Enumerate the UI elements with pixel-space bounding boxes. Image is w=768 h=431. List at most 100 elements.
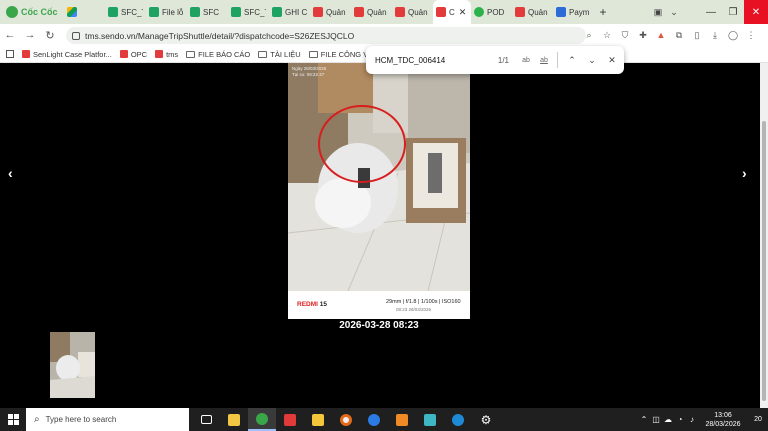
screenshot-icon[interactable]: ▣ [650,7,666,18]
shield-icon[interactable]: ⛉ [616,30,634,41]
photo-watermark-band: REDMI 15 29mm | f/1.8 | 1/100s | ISO160 … [288,291,470,319]
url-text[interactable]: tms.sendo.vn/ManageTripShuttle/detail/?d… [85,31,354,41]
sidebar-icon[interactable]: ▯ [688,30,706,41]
page-scrollbar[interactable] [760,63,768,408]
search-icon: ⌕ [34,414,40,425]
tab-active[interactable]: C ✕ [433,0,471,24]
sheets-icon [108,7,118,17]
profile-icon[interactable]: ◯ [724,30,742,41]
wifi-icon[interactable]: ◔ [674,415,686,424]
tab-label: Quản [408,7,428,17]
extensions-icon[interactable]: ✚ [634,30,652,41]
chevron-up-icon[interactable]: ⌃ [562,55,582,66]
wps-icon[interactable] [276,408,304,431]
bookmark-folder-tai-lieu[interactable]: TÀI LIỆU [258,50,301,59]
bookmark-opc[interactable]: OPC [119,49,148,59]
match-case-toggle[interactable]: ab [517,57,535,64]
tab-sheet-5[interactable]: GHI C [269,0,310,24]
tray-overflow-icon[interactable]: ⌃ [638,415,650,424]
tab-sheet-1[interactable]: SFC_T [105,0,146,24]
taskbar-search[interactable]: ⌕ Type here to search [26,408,189,431]
tab-label: SFC_T [121,7,143,17]
close-window-icon[interactable]: ✕ [744,0,768,24]
whole-word-toggle[interactable]: ab [535,57,553,64]
download-icon[interactable]: ⤓ [706,30,724,41]
tab-pod[interactable]: POD [471,0,512,24]
tab-search-icon[interactable]: ⌄ [666,7,682,18]
coccoc-logo[interactable]: Cốc Cốc [0,0,64,24]
find-icon[interactable]: ⌕ [580,30,598,41]
sticky-notes-icon[interactable] [304,408,332,431]
clock[interactable]: 13:06 28/03/2026 [698,411,748,429]
menu-icon[interactable]: ⋮ [742,30,760,41]
bookmark-senlight[interactable]: SenLight Case Platfor... [22,50,112,59]
tab-sheet-3[interactable]: SFC [187,0,228,24]
tab-payment[interactable]: Paym [553,0,594,24]
thumbnail-illustration [50,332,95,398]
bookmark-folder-bao-cao[interactable]: FILE BÁO CÁO [186,50,250,59]
task-view-icon[interactable] [192,408,220,431]
windows-start-icon[interactable] [8,414,19,425]
tab-label: Paym [569,7,590,17]
clock-time: 13:06 [714,411,732,419]
app-teal-icon[interactable] [416,408,444,431]
minimize-icon[interactable]: — [700,0,722,24]
app-orange-icon[interactable] [388,408,416,431]
restore-icon[interactable]: ❐ [722,0,744,24]
bookmark-tms[interactable]: tms [155,50,178,59]
photo-thumbnail[interactable] [50,332,95,398]
tab-label: Quản [528,7,548,17]
chevron-down-icon[interactable]: ⌄ [582,55,602,66]
onedrive-icon[interactable]: ☁ [662,415,674,424]
tab-sendo-2[interactable]: Quản [351,0,392,24]
new-tab-button[interactable]: + [594,5,612,19]
bookmark-label: OPC [130,49,148,59]
bookmark-label: SenLight Case Platfor... [33,49,112,59]
tab-label: File lỗ [162,7,184,17]
camera-brand: REDMI 15 [297,301,327,308]
tab-label: Quản [326,7,346,17]
extension-red-icon[interactable]: ▲ [652,30,670,40]
tab-sendo-4[interactable]: Quản [512,0,553,24]
settings-icon[interactable]: ⚙ [472,408,500,431]
tab-drive[interactable] [64,0,105,24]
notifications-badge[interactable]: 20 [748,416,768,423]
tab-label: POD [487,7,505,17]
forward-icon[interactable]: → [20,29,40,41]
close-icon[interactable]: ✕ [602,55,622,66]
volume-icon[interactable]: ♪ [686,415,698,424]
browser-window: Cốc Cốc SFC_T File lỗ SFC SFC_T GHI C Qu… [0,0,768,431]
address-bar[interactable]: tms.sendo.vn/ManageTripShuttle/detail/?d… [66,27,586,44]
camera-specs: 29mm | f/1.8 | 1/100s | ISO160 [386,299,461,305]
previous-image-button[interactable]: ‹ [8,165,13,181]
close-tab-icon[interactable]: ✕ [459,7,467,18]
back-icon[interactable]: ← [0,29,20,41]
delivery-photo: Ngày 28/03/2026 Tại so: 08:22:47 REDMI 1… [288,63,470,319]
tab-label: C [449,7,455,17]
network-icon[interactable]: ◫ [650,415,662,424]
next-image-button[interactable]: › [742,165,747,181]
photo-timestamp: Ngày 28/03/2026 Tại so: 08:22:47 [292,66,326,78]
puzzle-icon[interactable]: ⧉ [670,30,688,41]
tab-sheet-4[interactable]: SFC_T [228,0,269,24]
sheets-icon [272,7,282,17]
chrome-like-icon[interactable] [332,408,360,431]
file-explorer-icon[interactable] [220,408,248,431]
scrollbar-thumb[interactable] [762,121,766,401]
site-info-icon[interactable] [72,31,80,40]
find-input[interactable]: HCM_TDC_006414 [375,56,475,65]
tab-sheet-2[interactable]: File lỗ [146,0,187,24]
brand-text: REDMI [297,301,318,308]
zalo-icon[interactable] [360,408,388,431]
coccoc-taskbar-icon[interactable] [248,408,276,431]
edge-icon[interactable] [444,408,472,431]
sendo-icon [22,50,30,58]
drive-icon [67,7,77,17]
tab-sendo-1[interactable]: Quản [310,0,351,24]
star-icon[interactable]: ☆ [598,30,616,41]
sendo-icon [119,50,128,58]
model-text: 15 [319,301,327,308]
tab-sendo-3[interactable]: Quản [392,0,433,24]
apps-icon[interactable] [6,50,14,58]
reload-icon[interactable]: ↻ [40,29,60,42]
